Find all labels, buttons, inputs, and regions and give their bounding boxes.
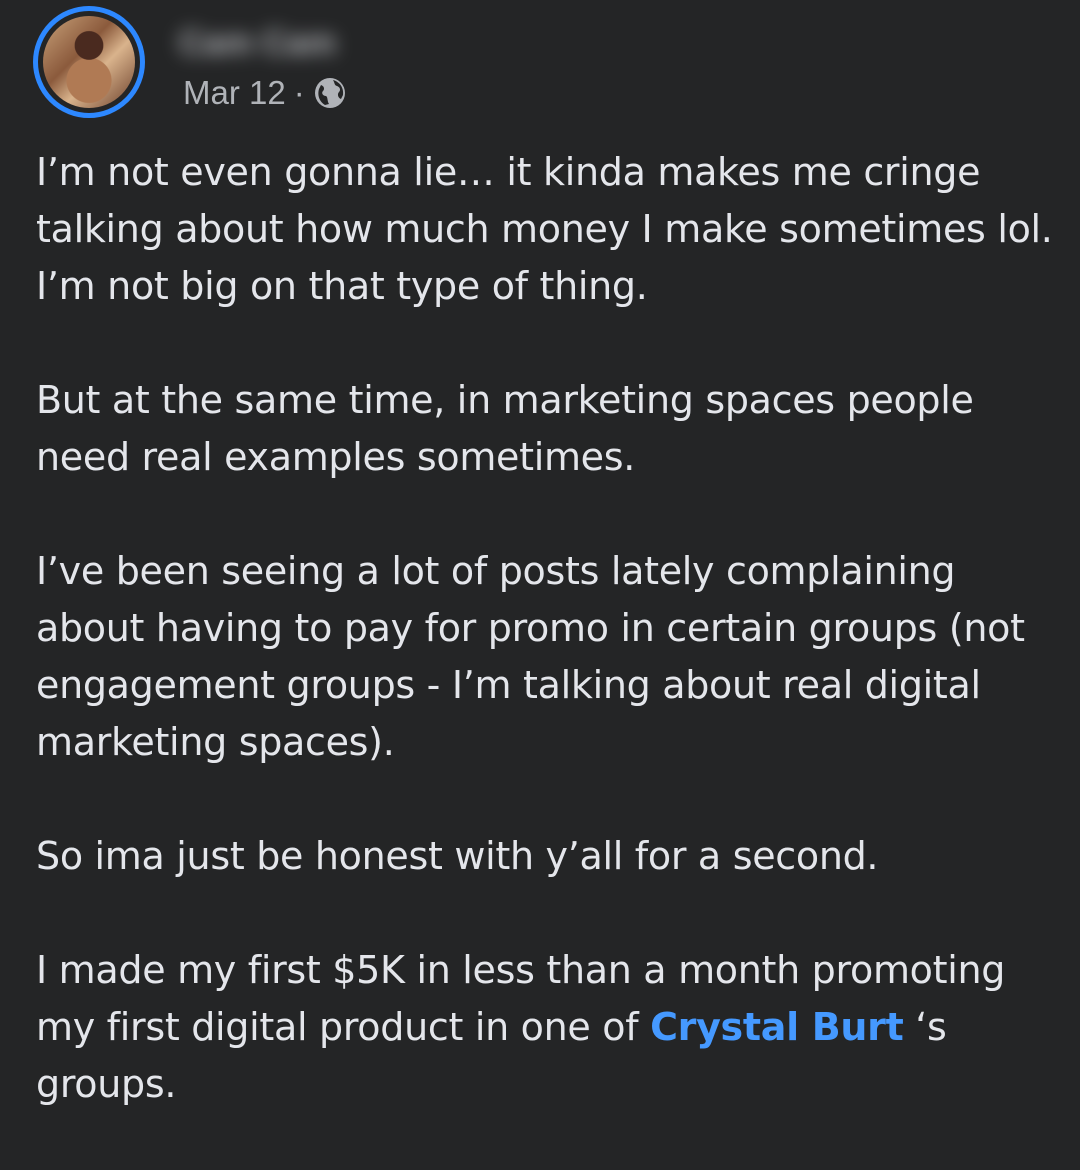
- mention-link[interactable]: Crystal Burt: [650, 1005, 904, 1049]
- post-paragraph: I’m not even gonna lie… it kinda makes m…: [36, 150, 1053, 308]
- post-meta: Cam Cam Mar 12 ·: [173, 6, 573, 118]
- author-name[interactable]: Cam Cam: [179, 24, 336, 63]
- post-paragraph: But at the same time, in marketing space…: [36, 378, 974, 479]
- facebook-post: Cam Cam Mar 12 · I’m not even gonna lie……: [0, 0, 1080, 1120]
- meta-separator: ·: [293, 74, 305, 111]
- post-timestamp[interactable]: Mar 12: [183, 74, 286, 112]
- post-paragraph: So ima just be honest with y’all for a s…: [36, 834, 879, 878]
- post-body: I’m not even gonna lie… it kinda makes m…: [36, 144, 1056, 1170]
- timestamp-row: Mar 12 ·: [183, 74, 347, 112]
- profile-photo: [43, 16, 135, 108]
- globe-icon: [313, 76, 347, 110]
- avatar[interactable]: [33, 6, 145, 118]
- post-header: Cam Cam Mar 12 ·: [33, 6, 573, 118]
- post-paragraph: I’ve been seeing a lot of posts lately c…: [36, 549, 1025, 764]
- post-paragraph-last: I made my first $5K in less than a month…: [36, 942, 1056, 1113]
